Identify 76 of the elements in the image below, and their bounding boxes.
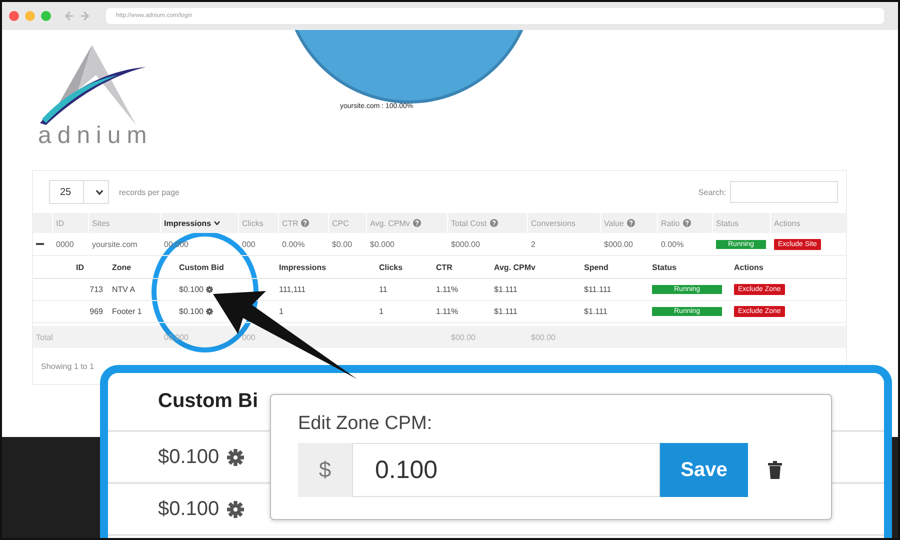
currency-prefix: $ xyxy=(298,443,352,497)
table-cell: NTV A xyxy=(112,285,136,294)
caret-icon xyxy=(96,190,104,194)
total-cell: $00.00 xyxy=(531,332,556,342)
table-cell: yoursite.com xyxy=(92,240,138,248)
delete-icon[interactable] xyxy=(768,461,782,479)
logo-text: adnium xyxy=(38,123,154,149)
total-label: Total xyxy=(36,332,53,342)
logo-icon xyxy=(38,45,148,127)
total-cell: 000 xyxy=(242,332,256,342)
amount-field[interactable]: 0.100 xyxy=(352,443,660,497)
table-cell: 11 xyxy=(379,285,388,294)
table-cell: 1.11% xyxy=(436,307,458,316)
column-header: Impressions xyxy=(279,262,326,272)
table-cell: $11.111 xyxy=(584,285,612,294)
table-cell: $0.000 xyxy=(370,240,394,248)
table-cell: 969 xyxy=(90,307,103,316)
column-header: Avg. CPMv xyxy=(494,262,536,272)
table-cell: 2 xyxy=(531,240,536,248)
column-header[interactable]: CTR xyxy=(282,218,298,228)
sort-caret-icon xyxy=(214,221,220,225)
table-cell: $000.00 xyxy=(451,240,480,248)
column-header: ID xyxy=(76,262,84,272)
table-cell: 0000 xyxy=(56,240,74,248)
table-cell: $1.111 xyxy=(494,285,518,294)
column-header: Actions xyxy=(734,262,764,272)
column-header[interactable]: Clicks xyxy=(242,218,264,228)
total-cell: $00.00 xyxy=(451,332,476,342)
table-cell: Footer 1 xyxy=(112,307,142,316)
column-header[interactable]: Avg. CPMv xyxy=(370,218,410,228)
settings-icon[interactable] xyxy=(227,500,244,518)
table-cell: 1 xyxy=(279,307,284,316)
column-header[interactable]: Status xyxy=(716,218,739,228)
table-cell: $1.111 xyxy=(494,307,518,316)
table-cell: 000 xyxy=(242,240,256,248)
showing-text: Showing 1 to 1 xyxy=(41,362,94,371)
bid-value: $0.100 xyxy=(158,446,220,468)
table-cell: $0.00 xyxy=(332,240,352,248)
column-header[interactable]: CPC xyxy=(332,218,349,228)
table-cell: $1.111 xyxy=(584,307,608,316)
settings-icon[interactable] xyxy=(206,286,214,293)
search-label: Search: xyxy=(698,188,726,196)
settings-icon[interactable] xyxy=(227,448,244,466)
table-cell: 713 xyxy=(90,285,103,294)
column-header: Clicks xyxy=(379,262,403,272)
table-cell: 0.00% xyxy=(661,240,684,248)
popover-title: Edit Zone CPM: xyxy=(298,413,434,435)
column-header[interactable]: Ratio xyxy=(661,218,680,228)
table-cell: $0.100 xyxy=(179,285,204,294)
column-header: Spend xyxy=(584,262,608,272)
page-size-select[interactable]: 25 xyxy=(49,180,109,204)
column-header: Custom Bi xyxy=(158,390,258,413)
column-header[interactable]: Sites xyxy=(92,218,110,228)
column-header: Zone xyxy=(112,262,132,272)
search-field[interactable] xyxy=(730,181,838,203)
column-header: CTR xyxy=(436,262,452,272)
table-cell: 1.11% xyxy=(436,285,458,294)
column-header[interactable]: Actions xyxy=(774,218,800,228)
column-header[interactable]: Total Cost xyxy=(451,218,487,228)
column-header[interactable]: Value xyxy=(604,218,624,228)
column-header[interactable]: Conversions xyxy=(531,218,576,228)
column-header[interactable]: Impressions xyxy=(164,218,212,228)
column-header: Status xyxy=(652,262,676,272)
table-cell: 1 xyxy=(379,307,384,316)
column-header[interactable]: ID xyxy=(56,218,64,228)
table-cell: 111,111 xyxy=(279,285,306,294)
collapse-icon[interactable] xyxy=(36,240,44,248)
window-controls-icon[interactable] xyxy=(8,10,54,22)
save-button[interactable]: Save xyxy=(660,443,748,497)
page-size-label: records per page xyxy=(119,188,180,196)
table-cell: $0.100 xyxy=(179,307,204,316)
bid-value: $0.100 xyxy=(158,498,220,520)
table-cell: 0.00% xyxy=(282,240,305,248)
column-header: Custom Bid xyxy=(179,262,224,272)
settings-icon[interactable] xyxy=(206,308,214,315)
table-cell: $000.00 xyxy=(604,240,633,248)
